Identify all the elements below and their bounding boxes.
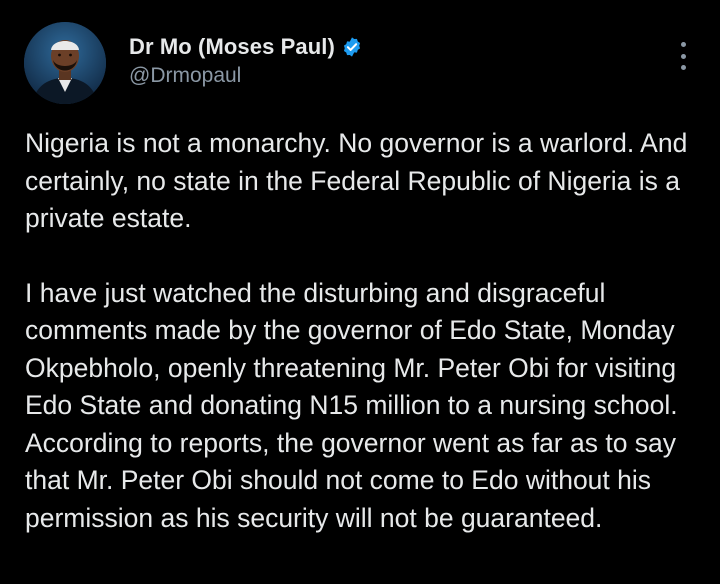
author-handle[interactable]: @Drmopaul — [129, 64, 363, 88]
tweet-text: Nigeria is not a monarchy. No governor i… — [25, 125, 705, 537]
name-row: Dr Mo (Moses Paul) — [129, 32, 363, 62]
author-display-name[interactable]: Dr Mo (Moses Paul) — [129, 34, 335, 60]
avatar-photo-icon — [24, 22, 106, 104]
tweet-paragraph-2: I have just watched the disturbing and d… — [25, 277, 678, 533]
more-vertical-icon-dot-2 — [680, 53, 686, 59]
verified-badge-icon — [343, 37, 361, 57]
tweet-header: Dr Mo (Moses Paul) @Drmopaul — [129, 32, 363, 88]
more-vertical-icon-dot-1 — [680, 42, 686, 47]
more-options-button[interactable] — [678, 42, 688, 70]
more-vertical-icon-dot-3 — [680, 65, 686, 70]
tweet-paragraph-1: Nigeria is not a monarchy. No governor i… — [25, 128, 688, 233]
avatar[interactable] — [24, 22, 106, 104]
tweet-card: Dr Mo (Moses Paul) @Drmopaul Nigeria is … — [0, 0, 720, 584]
